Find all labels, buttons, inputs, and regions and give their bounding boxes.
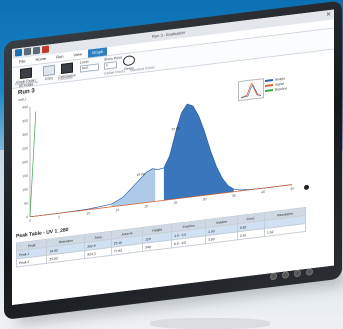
x-tick-label: 45	[290, 186, 294, 190]
graph-panel: Run 3 mAU 400 350 300 250 200 150 100 50 0 0 5 10 15…	[12, 49, 334, 306]
x-tick-label: 10	[86, 211, 90, 215]
x-tick-label: 0	[29, 219, 31, 223]
calculator-icon	[61, 62, 73, 75]
reset-icon	[123, 54, 135, 67]
peak-select-icon	[20, 67, 32, 80]
chart-title: Run 3	[18, 88, 35, 97]
y-tick-label: 300	[22, 133, 28, 138]
y-tick-label: 100	[22, 188, 28, 193]
stop-icon[interactable]	[42, 45, 49, 54]
series-line	[29, 111, 37, 217]
y-tick-label: 50	[24, 201, 28, 205]
monitor-button	[270, 272, 277, 281]
x-tick-label: 15	[115, 208, 119, 212]
y-tick-label: 150	[22, 174, 28, 179]
peak-area	[111, 168, 156, 207]
power-button	[306, 268, 313, 276]
monitor-button	[294, 269, 301, 278]
legend-label: Baseline	[275, 86, 288, 92]
copy-icon	[43, 64, 55, 77]
copy-label: Copy	[44, 75, 54, 81]
copy-button[interactable]: Copy	[42, 64, 56, 82]
monitor: Run 3 - Evaluation ✕ File Home Run View …	[4, 0, 342, 321]
table-cell: 924.3	[84, 247, 112, 259]
overview-inset[interactable]	[238, 78, 264, 102]
series-line	[30, 184, 292, 218]
y-tick-label: 0	[26, 215, 28, 219]
series-line	[30, 103, 292, 218]
overview-thumbnail	[240, 82, 262, 99]
x-tick-label: 25	[174, 201, 178, 205]
save-icon[interactable]	[24, 47, 31, 56]
x-tick-label: 30	[203, 197, 207, 201]
y-tick-label: 400	[22, 105, 28, 110]
group-calculate: Calculate	[58, 75, 73, 82]
show-point-input[interactable]: 5	[104, 61, 117, 70]
close-icon[interactable]: ✕	[326, 11, 331, 19]
chart-legend: Weight Signal Baseline	[265, 76, 287, 94]
monitor-stand	[150, 318, 270, 329]
peak-area	[163, 104, 234, 201]
x-tick-label: 20	[144, 204, 148, 208]
y-tick-label: 350	[22, 119, 28, 124]
app-icon	[15, 48, 22, 57]
y-tick-label: 200	[22, 160, 28, 165]
app-screen: Run 3 - Evaluation ✕ File Home Run View …	[12, 9, 334, 306]
monitor-button	[282, 271, 289, 279]
x-tick-label: 40	[261, 190, 265, 194]
y-tick-label: 250	[22, 146, 28, 151]
x-tick-label: 5	[58, 215, 60, 219]
undo-icon[interactable]	[33, 46, 40, 55]
x-tick-label: 35	[232, 194, 236, 198]
level-input[interactable]: 50.0	[80, 63, 99, 73]
